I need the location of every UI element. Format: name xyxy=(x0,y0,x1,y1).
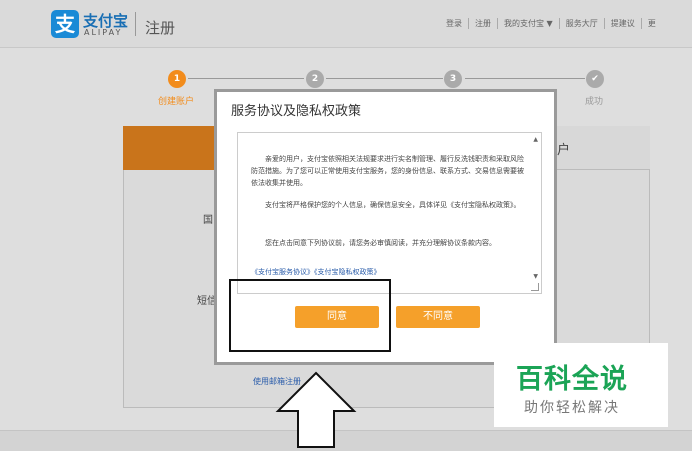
dialog-title: 服务协议及隐私权政策 xyxy=(231,104,362,119)
step-connector xyxy=(188,78,304,79)
alipay-logo-icon[interactable]: 支 xyxy=(51,10,79,38)
scroll-up-icon[interactable]: ▲ xyxy=(533,136,538,143)
step-1-circle: 1 xyxy=(168,70,186,88)
nav-register[interactable]: 注册 xyxy=(468,18,497,29)
step-1-label: 创建账户 xyxy=(158,97,195,107)
terms-links[interactable]: 《支付宝服务协议》《支付宝隐私权政策》 xyxy=(251,267,381,277)
agreement-paragraph: 您在点击同意下列协议前，请您务必审慎阅读，并充分理解协议条款内容。 xyxy=(265,239,496,247)
logo-divider xyxy=(135,12,136,36)
panel-tab-label: 户 xyxy=(557,143,571,158)
step-connector xyxy=(465,78,585,79)
top-nav: 登录 注册 我的支付宝 ▼ 服务大厅 提建议 更 xyxy=(440,18,662,29)
step-4-label: 成功 xyxy=(585,97,604,107)
resize-grip-icon[interactable] xyxy=(531,283,539,291)
step-connector xyxy=(326,78,443,79)
nav-service-hall[interactable]: 服务大厅 xyxy=(558,18,604,29)
agreement-textbox[interactable]: 亲爱的用户，支付宝依照相关法规要求进行实名制管理、履行反洗钱职责和采取风险防范措… xyxy=(237,132,542,294)
annotation-highlight-box xyxy=(229,279,391,352)
country-label: 国 xyxy=(203,215,213,226)
agreement-paragraph: 亲爱的用户，支付宝依照相关法规要求进行实名制管理、履行反洗钱职责和采取风险防范措… xyxy=(251,155,524,187)
step-3-circle: 3 xyxy=(444,70,462,88)
watermark-box: 百科全说 助你轻松解决 xyxy=(494,343,668,427)
panel-tab-active[interactable] xyxy=(123,126,215,170)
page-title: 注册 xyxy=(145,19,176,37)
watermark-subtitle: 助你轻松解决 xyxy=(524,400,620,416)
step-2-circle: 2 xyxy=(306,70,324,88)
up-arrow-icon xyxy=(275,371,357,448)
panel-tab-inactive[interactable] xyxy=(556,126,650,170)
scroll-down-icon[interactable]: ▼ xyxy=(533,273,538,280)
disagree-button[interactable]: 不同意 xyxy=(396,306,480,328)
nav-my-alipay[interactable]: 我的支付宝 ▼ xyxy=(497,18,559,29)
top-header: 支 支付宝 ALIPAY 注册 登录 注册 我的支付宝 ▼ 服务大厅 提建议 更 xyxy=(0,0,692,48)
agreement-paragraph: 支付宝将严格保护您的个人信息，确保信息安全，具体详见《支付宝隐私权政策》。 xyxy=(265,201,521,209)
nav-suggestion[interactable]: 提建议 xyxy=(603,18,641,29)
nav-login[interactable]: 登录 xyxy=(440,18,468,29)
logo-text-en: ALIPAY xyxy=(84,28,123,37)
step-4-check-icon: ✔ xyxy=(586,70,604,88)
nav-more[interactable]: 更 xyxy=(640,18,662,29)
watermark-title: 百科全说 xyxy=(516,364,628,395)
